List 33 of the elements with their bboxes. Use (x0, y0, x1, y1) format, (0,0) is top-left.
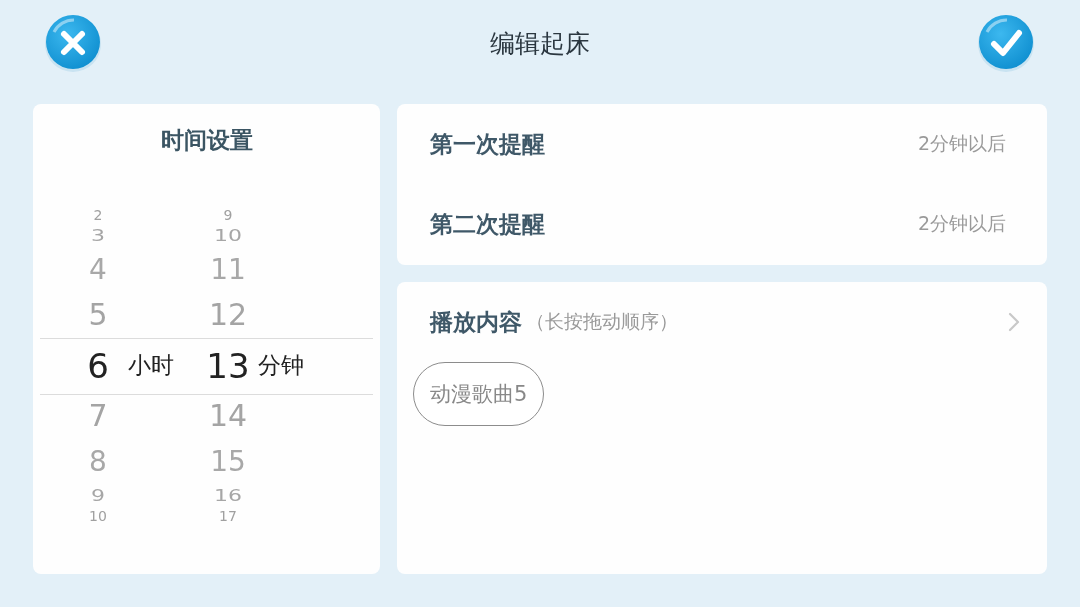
picker-value[interactable]: 9 (91, 487, 105, 504)
picker-value[interactable]: 2 (93, 208, 103, 222)
picker-value[interactable]: 9 (223, 208, 233, 222)
page-title: 编辑起床 (489, 27, 590, 60)
selected-value[interactable]: 6 (87, 348, 109, 383)
close-icon (44, 14, 102, 72)
reminder-value[interactable]: 2分钟以后 (917, 211, 1006, 237)
picker-value[interactable]: 5 (88, 300, 108, 330)
picker-value[interactable]: 7 (88, 401, 108, 431)
panel-title: 时间设置 (160, 126, 253, 155)
picker-value[interactable]: 17 (219, 509, 237, 523)
song-chip[interactable]: 动漫歌曲5 (413, 362, 545, 426)
reminder-value[interactable]: 2分钟以后 (917, 131, 1006, 157)
picker-value[interactable]: 16 (214, 487, 242, 504)
picker-value[interactable]: 14 (208, 401, 248, 431)
reminder-label: 第一次提醒 (430, 129, 545, 159)
picker-value[interactable]: 10 (214, 227, 242, 244)
check-icon (977, 14, 1035, 72)
selected-value[interactable]: 13 (206, 348, 250, 383)
unit-label: 分钟 (258, 351, 304, 380)
reminder-label: 第二次提醒 (430, 209, 545, 239)
picker-value[interactable]: 4 (89, 255, 107, 284)
picker-value[interactable]: 12 (208, 300, 248, 330)
confirm-button[interactable] (977, 14, 1035, 72)
unit-label: 小时 (128, 351, 174, 380)
picker-value[interactable]: 15 (210, 447, 246, 476)
picker-value[interactable]: 3 (91, 227, 105, 244)
cancel-button[interactable] (44, 14, 102, 72)
picker-value[interactable]: 11 (210, 255, 246, 284)
section-title: 播放内容 (430, 307, 522, 337)
section-hint: （长按拖动顺序） (526, 309, 678, 334)
picker-value[interactable]: 10 (89, 509, 107, 523)
picker-value[interactable]: 8 (89, 447, 107, 476)
